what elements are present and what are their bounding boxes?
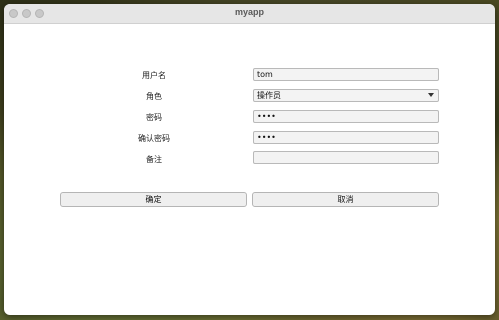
- chevron-down-icon: [428, 93, 434, 97]
- note-label: 备注: [146, 155, 162, 164]
- username-input[interactable]: tom: [253, 68, 439, 81]
- password-label: 密码: [146, 113, 162, 122]
- password-input[interactable]: ••••: [253, 110, 439, 123]
- confirm-password-input[interactable]: ••••: [253, 131, 439, 144]
- title-bar: myapp: [4, 4, 495, 24]
- note-input[interactable]: [253, 151, 439, 164]
- role-label: 角色: [146, 92, 162, 101]
- username-label: 用户名: [142, 71, 166, 80]
- window-title: myapp: [234, 7, 264, 17]
- app-window: myapp 用户名 tom 角色 操作员 密码 •••• 确认密码 •••• 备…: [4, 4, 495, 315]
- role-select[interactable]: 操作员: [253, 89, 439, 102]
- role-select-value: 操作员: [257, 91, 281, 100]
- cancel-button[interactable]: 取消: [252, 192, 439, 207]
- ok-button[interactable]: 确定: [60, 192, 247, 207]
- confirm-password-label: 确认密码: [138, 134, 170, 143]
